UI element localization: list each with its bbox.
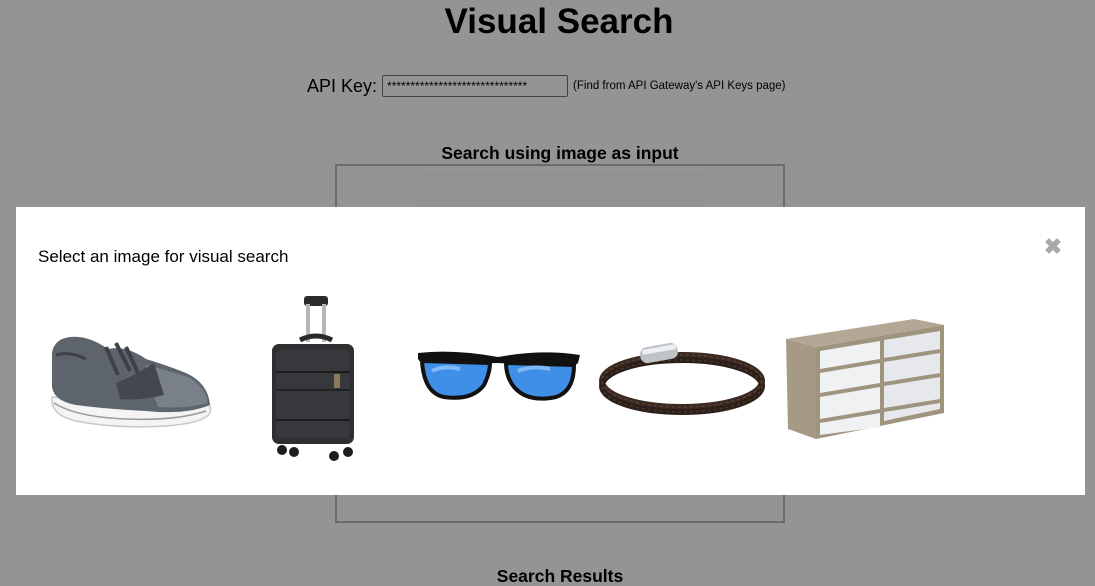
- page-root: Visual Search API Key: (Find from API Ga…: [0, 0, 1095, 586]
- image-select-modal: Select an image for visual search ✖: [16, 207, 1085, 495]
- sneaker-icon[interactable]: [46, 325, 216, 435]
- modal-heading: Select an image for visual search: [38, 247, 289, 266]
- dresser-icon[interactable]: [784, 317, 946, 443]
- leather-bracelet-icon[interactable]: [596, 335, 768, 425]
- sunglasses-icon[interactable]: [414, 341, 584, 421]
- close-icon[interactable]: ✖: [1043, 235, 1063, 259]
- suitcase-icon[interactable]: [268, 294, 360, 464]
